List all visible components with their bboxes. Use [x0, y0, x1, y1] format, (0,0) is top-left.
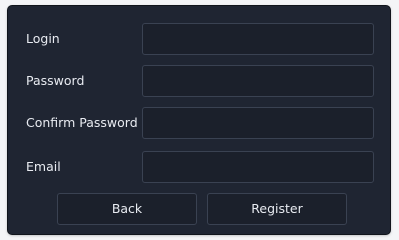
password-row: Password [8, 65, 390, 99]
email-row: Email [8, 151, 390, 185]
password-label: Password [26, 73, 85, 88]
back-button[interactable]: Back [57, 193, 197, 225]
registration-dialog: Login Password Confirm Password Email Ba… [8, 6, 390, 234]
login-row: Login [8, 23, 390, 57]
confirm-password-label: Confirm Password [26, 115, 138, 130]
email-label: Email [26, 159, 61, 174]
confirm-password-input[interactable] [142, 107, 374, 139]
register-button[interactable]: Register [207, 193, 347, 225]
password-input[interactable] [142, 65, 374, 97]
confirm-password-row: Confirm Password [8, 107, 390, 141]
login-label: Login [26, 31, 60, 46]
email-input[interactable] [142, 151, 374, 183]
login-input[interactable] [142, 23, 374, 55]
